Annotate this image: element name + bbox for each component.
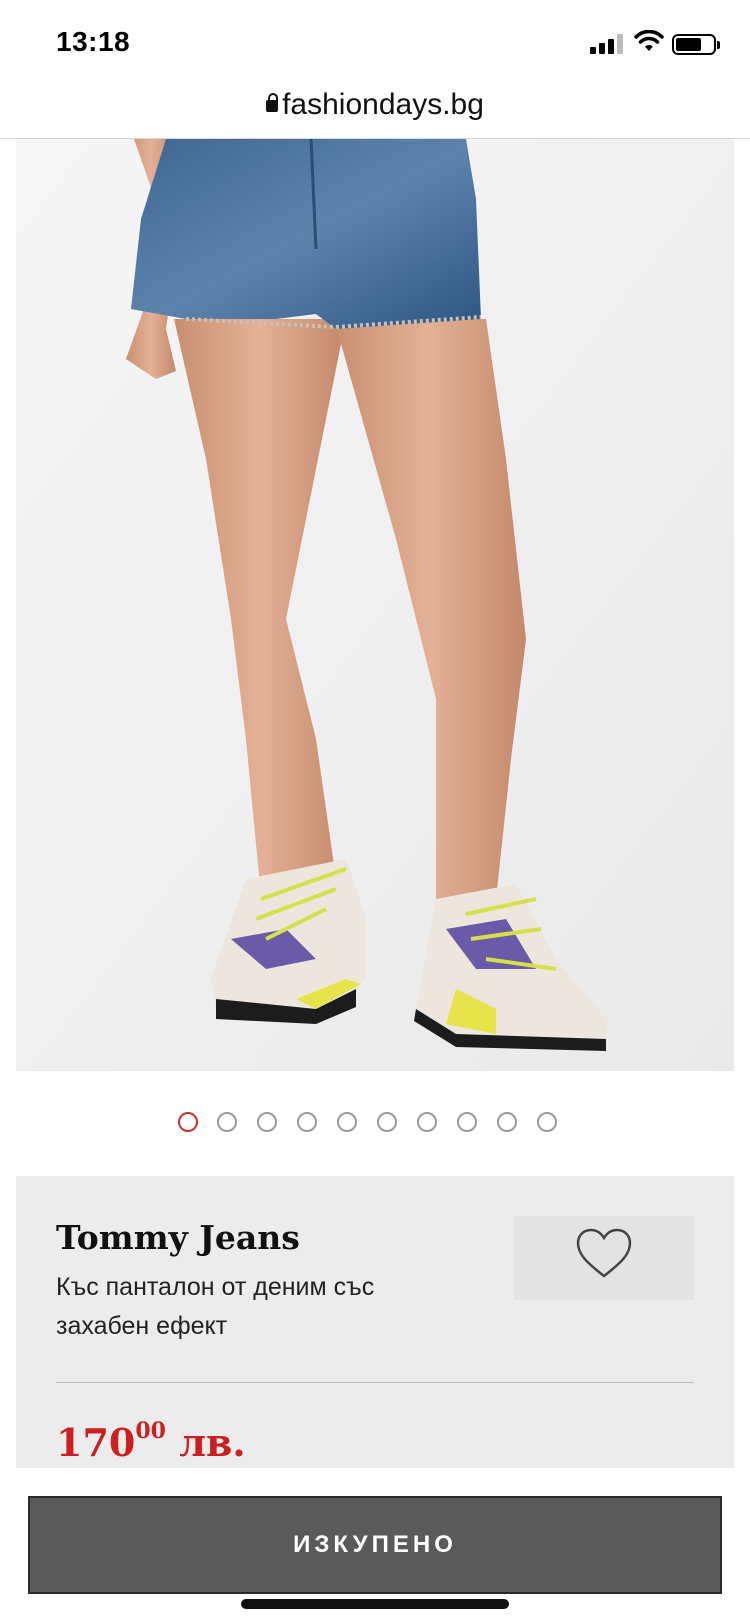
carousel-dot[interactable] <box>457 1112 477 1132</box>
battery-icon <box>672 34 720 55</box>
carousel-dot[interactable] <box>417 1112 437 1132</box>
wishlist-button[interactable] <box>514 1216 694 1300</box>
carousel-dot[interactable] <box>178 1112 198 1132</box>
carousel-dot[interactable] <box>297 1112 317 1132</box>
home-indicator <box>241 1599 509 1609</box>
price-main: 170 <box>56 1420 136 1465</box>
sold-out-button[interactable]: ИЗКУПЕНО <box>28 1496 722 1594</box>
carousel-dot[interactable] <box>337 1112 357 1132</box>
product-info-panel: Tommy Jeans Къс панталон от деним със за… <box>16 1176 734 1468</box>
address-bar[interactable]: fashiondays.bg <box>0 88 750 138</box>
carousel-dot[interactable] <box>537 1112 557 1132</box>
wifi-icon <box>634 30 664 51</box>
carousel-dot[interactable] <box>497 1112 517 1132</box>
product-name: Къс панталон от деним със захабен ефект <box>56 1273 375 1340</box>
status-bar: 13:18 <box>0 0 750 88</box>
product-brand[interactable]: Tommy Jeans <box>56 1218 300 1257</box>
carousel-dot[interactable] <box>377 1112 397 1132</box>
lock-icon <box>266 93 279 112</box>
carousel-dots <box>0 1112 750 1136</box>
price-cents: 00 <box>135 1418 166 1444</box>
product-image[interactable] <box>16 139 734 1071</box>
carousel-dot[interactable] <box>257 1112 277 1132</box>
url-text: fashiondays.bg <box>282 88 484 121</box>
price-currency: лв. <box>179 1420 246 1465</box>
heart-icon <box>576 1228 632 1278</box>
panel-divider <box>56 1382 694 1383</box>
product-price: 17000 лв. <box>56 1418 246 1465</box>
signal-icon <box>590 34 624 54</box>
carousel-dot[interactable] <box>217 1112 237 1132</box>
status-time: 13:18 <box>56 26 131 57</box>
